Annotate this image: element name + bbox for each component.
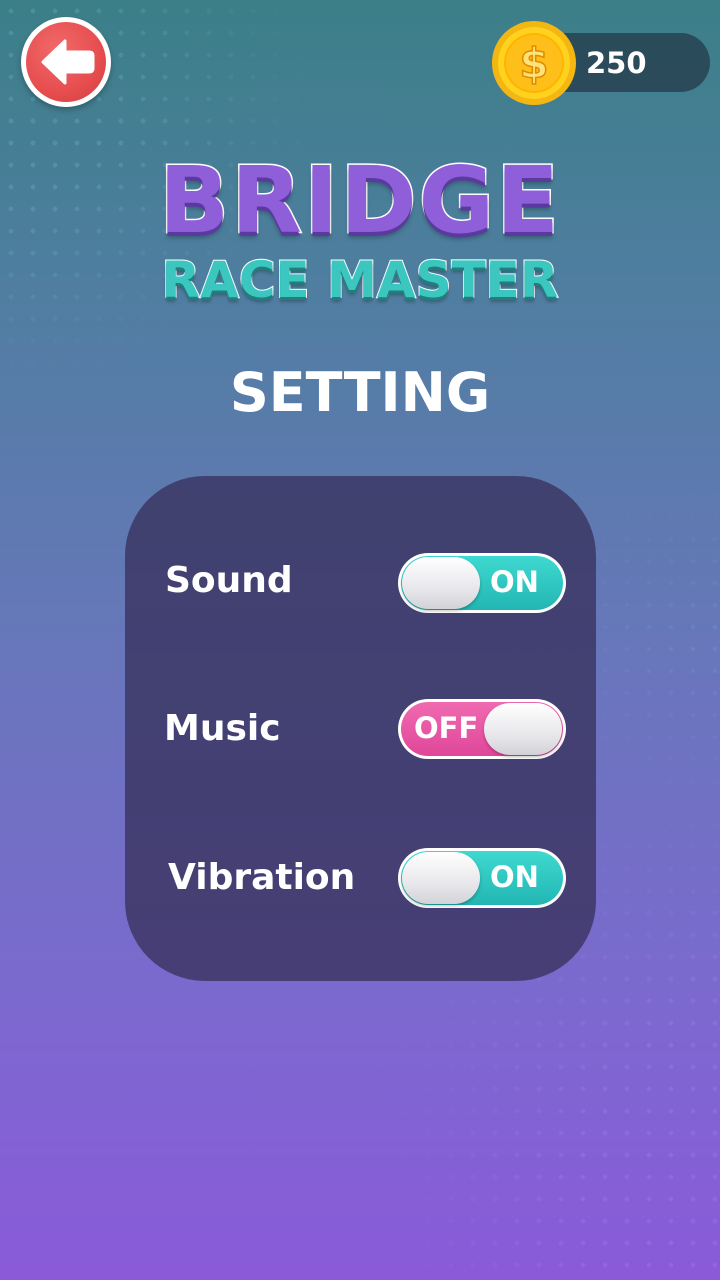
- logo-title: BRIDGE: [158, 146, 561, 256]
- toggle-knob: [402, 852, 480, 904]
- toggle-state: ON: [490, 565, 539, 599]
- toggle-knob: [484, 703, 562, 755]
- arrow-left-icon: [41, 39, 95, 85]
- music-toggle[interactable]: OFF: [398, 699, 566, 759]
- coin-icon: $: [492, 21, 576, 105]
- page-title: SETTING: [229, 361, 491, 424]
- vibration-label: Vibration: [168, 857, 356, 898]
- game-logo: BRIDGE RACE MASTER: [0, 140, 720, 320]
- toggle-knob: [402, 557, 480, 609]
- coin-symbol: $: [519, 39, 548, 88]
- back-button[interactable]: [21, 17, 111, 107]
- coin-count: 250: [586, 46, 647, 80]
- toggle-state: ON: [490, 860, 539, 894]
- logo-subtitle: RACE MASTER: [161, 250, 560, 310]
- sound-toggle[interactable]: ON: [398, 553, 566, 613]
- sound-label: Sound: [165, 560, 293, 601]
- settings-screen: $ 250 BRIDGE RACE MASTER SETTING Sound O…: [0, 0, 720, 1280]
- music-label: Music: [164, 708, 281, 749]
- toggle-state: OFF: [414, 711, 479, 745]
- vibration-toggle[interactable]: ON: [398, 848, 566, 908]
